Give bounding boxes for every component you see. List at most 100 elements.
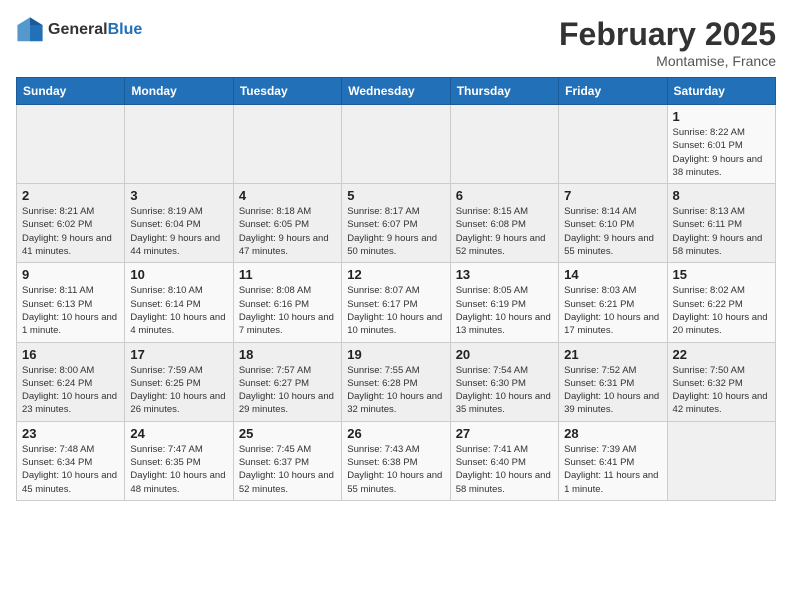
calendar-cell	[17, 105, 125, 184]
day-number: 19	[347, 347, 444, 362]
day-info: Sunrise: 7:57 AM Sunset: 6:27 PM Dayligh…	[239, 364, 336, 417]
day-info: Sunrise: 8:22 AM Sunset: 6:01 PM Dayligh…	[673, 126, 770, 179]
calendar-week-row: 1 Sunrise: 8:22 AM Sunset: 6:01 PM Daylig…	[17, 105, 776, 184]
day-number: 18	[239, 347, 336, 362]
day-number: 2	[22, 188, 119, 203]
day-info: Sunrise: 8:00 AM Sunset: 6:24 PM Dayligh…	[22, 364, 119, 417]
day-info: Sunrise: 7:43 AM Sunset: 6:38 PM Dayligh…	[347, 443, 444, 496]
calendar-cell: 17 Sunrise: 7:59 AM Sunset: 6:25 PM Dayli…	[125, 342, 233, 421]
logo-icon	[16, 16, 44, 44]
calendar-cell: 12 Sunrise: 8:07 AM Sunset: 6:17 PM Dayli…	[342, 263, 450, 342]
day-number: 16	[22, 347, 119, 362]
title-block: February 2025 Montamise, France	[559, 16, 776, 69]
day-number: 9	[22, 267, 119, 282]
day-number: 26	[347, 426, 444, 441]
location: Montamise, France	[559, 53, 776, 69]
day-info: Sunrise: 8:11 AM Sunset: 6:13 PM Dayligh…	[22, 284, 119, 337]
calendar-cell: 22 Sunrise: 7:50 AM Sunset: 6:32 PM Dayli…	[667, 342, 775, 421]
day-info: Sunrise: 7:52 AM Sunset: 6:31 PM Dayligh…	[564, 364, 661, 417]
calendar-cell: 10 Sunrise: 8:10 AM Sunset: 6:14 PM Dayli…	[125, 263, 233, 342]
calendar-cell: 2 Sunrise: 8:21 AM Sunset: 6:02 PM Daylig…	[17, 184, 125, 263]
day-number: 22	[673, 347, 770, 362]
day-info: Sunrise: 7:48 AM Sunset: 6:34 PM Dayligh…	[22, 443, 119, 496]
day-info: Sunrise: 8:08 AM Sunset: 6:16 PM Dayligh…	[239, 284, 336, 337]
calendar-week-row: 16 Sunrise: 8:00 AM Sunset: 6:24 PM Dayli…	[17, 342, 776, 421]
calendar-table: SundayMondayTuesdayWednesdayThursdayFrid…	[16, 77, 776, 501]
day-info: Sunrise: 7:59 AM Sunset: 6:25 PM Dayligh…	[130, 364, 227, 417]
weekday-header: Friday	[559, 78, 667, 105]
calendar-cell: 3Sunrise: 8:19 AM Sunset: 6:04 PM Daylig…	[125, 184, 233, 263]
day-number: 13	[456, 267, 553, 282]
day-info: Sunrise: 8:02 AM Sunset: 6:22 PM Dayligh…	[673, 284, 770, 337]
day-info: Sunrise: 8:21 AM Sunset: 6:02 PM Dayligh…	[22, 205, 119, 258]
day-number: 1	[673, 109, 770, 124]
calendar-cell: 9 Sunrise: 8:11 AM Sunset: 6:13 PM Daylig…	[17, 263, 125, 342]
calendar-cell: 7Sunrise: 8:14 AM Sunset: 6:10 PM Daylig…	[559, 184, 667, 263]
day-number: 3	[130, 188, 227, 203]
day-number: 6	[456, 188, 553, 203]
day-info: Sunrise: 8:10 AM Sunset: 6:14 PM Dayligh…	[130, 284, 227, 337]
weekday-header: Tuesday	[233, 78, 341, 105]
calendar-cell: 8 Sunrise: 8:13 AM Sunset: 6:11 PM Daylig…	[667, 184, 775, 263]
weekday-header: Thursday	[450, 78, 558, 105]
calendar-cell: 24 Sunrise: 7:47 AM Sunset: 6:35 PM Dayli…	[125, 421, 233, 500]
calendar-cell	[667, 421, 775, 500]
day-number: 14	[564, 267, 661, 282]
calendar-cell: 14 Sunrise: 8:03 AM Sunset: 6:21 PM Dayli…	[559, 263, 667, 342]
day-info: Sunrise: 8:15 AM Sunset: 6:08 PM Dayligh…	[456, 205, 553, 258]
calendar-header-row: SundayMondayTuesdayWednesdayThursdayFrid…	[17, 78, 776, 105]
calendar-cell: 25 Sunrise: 7:45 AM Sunset: 6:37 PM Dayli…	[233, 421, 341, 500]
logo-text: General Blue	[48, 21, 142, 39]
calendar-week-row: 9 Sunrise: 8:11 AM Sunset: 6:13 PM Daylig…	[17, 263, 776, 342]
day-number: 24	[130, 426, 227, 441]
day-number: 12	[347, 267, 444, 282]
calendar-cell: 5 Sunrise: 8:17 AM Sunset: 6:07 PM Daylig…	[342, 184, 450, 263]
day-number: 20	[456, 347, 553, 362]
calendar-cell: 15 Sunrise: 8:02 AM Sunset: 6:22 PM Dayli…	[667, 263, 775, 342]
calendar-week-row: 2 Sunrise: 8:21 AM Sunset: 6:02 PM Daylig…	[17, 184, 776, 263]
day-number: 15	[673, 267, 770, 282]
day-number: 8	[673, 188, 770, 203]
day-info: Sunrise: 8:03 AM Sunset: 6:21 PM Dayligh…	[564, 284, 661, 337]
calendar-cell	[450, 105, 558, 184]
calendar-cell	[125, 105, 233, 184]
calendar-cell: 19 Sunrise: 7:55 AM Sunset: 6:28 PM Dayli…	[342, 342, 450, 421]
calendar-cell: 27Sunrise: 7:41 AM Sunset: 6:40 PM Dayli…	[450, 421, 558, 500]
calendar-cell: 16 Sunrise: 8:00 AM Sunset: 6:24 PM Dayli…	[17, 342, 125, 421]
day-info: Sunrise: 8:07 AM Sunset: 6:17 PM Dayligh…	[347, 284, 444, 337]
calendar-cell: 18 Sunrise: 7:57 AM Sunset: 6:27 PM Dayli…	[233, 342, 341, 421]
day-info: Sunrise: 7:45 AM Sunset: 6:37 PM Dayligh…	[239, 443, 336, 496]
day-info: Sunrise: 8:05 AM Sunset: 6:19 PM Dayligh…	[456, 284, 553, 337]
day-number: 27	[456, 426, 553, 441]
day-info: Sunrise: 7:39 AM Sunset: 6:41 PM Dayligh…	[564, 443, 661, 496]
calendar-cell: 11Sunrise: 8:08 AM Sunset: 6:16 PM Dayli…	[233, 263, 341, 342]
day-number: 21	[564, 347, 661, 362]
day-info: Sunrise: 7:55 AM Sunset: 6:28 PM Dayligh…	[347, 364, 444, 417]
day-number: 5	[347, 188, 444, 203]
day-number: 23	[22, 426, 119, 441]
weekday-header: Wednesday	[342, 78, 450, 105]
day-info: Sunrise: 8:17 AM Sunset: 6:07 PM Dayligh…	[347, 205, 444, 258]
month-title: February 2025	[559, 16, 776, 53]
weekday-header: Monday	[125, 78, 233, 105]
day-number: 10	[130, 267, 227, 282]
day-info: Sunrise: 7:50 AM Sunset: 6:32 PM Dayligh…	[673, 364, 770, 417]
day-number: 4	[239, 188, 336, 203]
day-info: Sunrise: 7:47 AM Sunset: 6:35 PM Dayligh…	[130, 443, 227, 496]
calendar-cell: 20 Sunrise: 7:54 AM Sunset: 6:30 PM Dayli…	[450, 342, 558, 421]
day-info: Sunrise: 7:54 AM Sunset: 6:30 PM Dayligh…	[456, 364, 553, 417]
calendar-cell: 23 Sunrise: 7:48 AM Sunset: 6:34 PM Dayli…	[17, 421, 125, 500]
day-number: 28	[564, 426, 661, 441]
calendar-cell: 1 Sunrise: 8:22 AM Sunset: 6:01 PM Daylig…	[667, 105, 775, 184]
calendar-cell	[233, 105, 341, 184]
day-info: Sunrise: 8:13 AM Sunset: 6:11 PM Dayligh…	[673, 205, 770, 258]
calendar-cell: 21 Sunrise: 7:52 AM Sunset: 6:31 PM Dayli…	[559, 342, 667, 421]
calendar-cell: 28 Sunrise: 7:39 AM Sunset: 6:41 PM Dayli…	[559, 421, 667, 500]
calendar-week-row: 23 Sunrise: 7:48 AM Sunset: 6:34 PM Dayli…	[17, 421, 776, 500]
calendar-cell: 26 Sunrise: 7:43 AM Sunset: 6:38 PM Dayli…	[342, 421, 450, 500]
day-number: 25	[239, 426, 336, 441]
page-header: General Blue February 2025 Montamise, Fr…	[16, 16, 776, 69]
day-info: Sunrise: 8:18 AM Sunset: 6:05 PM Dayligh…	[239, 205, 336, 258]
day-number: 17	[130, 347, 227, 362]
day-number: 7	[564, 188, 661, 203]
